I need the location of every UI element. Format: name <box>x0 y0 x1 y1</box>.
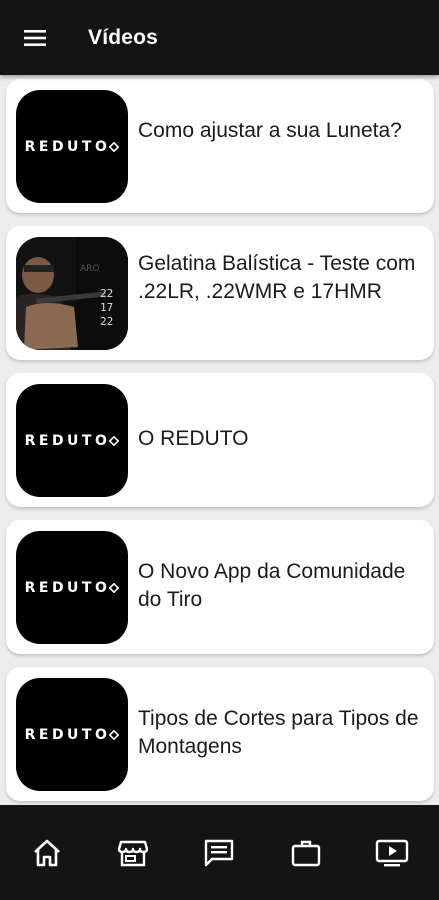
video-card[interactable]: REDUTO O REDUTO <box>6 373 434 507</box>
forum-icon <box>205 839 234 866</box>
svg-text:22: 22 <box>100 315 113 328</box>
reduto-logo: REDUTO <box>25 580 120 596</box>
diamond-mark-icon <box>109 582 120 593</box>
video-thumbnail: REDUTO <box>16 531 128 644</box>
shooter-photo-image: ARO 22 17 22 <box>16 237 128 350</box>
reduto-logo: REDUTO <box>25 727 120 743</box>
home-icon <box>34 839 60 866</box>
store-icon <box>118 840 149 866</box>
video-card[interactable]: ARO 22 17 22 Gelatina Balística - Teste … <box>6 226 434 360</box>
hamburger-menu-icon <box>24 29 46 46</box>
app-bar: Vídeos <box>0 0 439 75</box>
nav-store[interactable] <box>103 823 163 883</box>
video-title: O Novo App da Comunidade do Tiro <box>138 560 406 611</box>
reduto-logo: REDUTO <box>25 139 120 155</box>
video-icon <box>375 839 409 866</box>
reduto-logo: REDUTO <box>25 433 120 449</box>
briefcase-icon <box>291 840 320 866</box>
video-title: Tipos de Cortes para Tipos de Montagens <box>138 707 419 758</box>
video-title: O REDUTO <box>138 427 249 450</box>
diamond-mark-icon <box>109 141 120 152</box>
diamond-mark-icon <box>109 435 120 446</box>
nav-briefcase[interactable] <box>276 823 336 883</box>
video-title: Como ajustar a sua Luneta? <box>138 119 402 142</box>
video-title: Gelatina Balística - Teste com .22LR, .2… <box>138 252 416 303</box>
video-list[interactable]: REDUTO Como ajustar a sua Luneta? ARO 22… <box>0 75 439 805</box>
svg-text:17: 17 <box>100 301 113 314</box>
diamond-mark-icon <box>109 729 120 740</box>
video-card[interactable]: REDUTO O Novo App da Comunidade do Tiro <box>6 520 434 654</box>
app-root: Vídeos REDUTO Como ajustar a sua Luneta? <box>0 0 439 900</box>
video-card[interactable]: REDUTO Tipos de Cortes para Tipos de Mon… <box>6 667 434 801</box>
nav-videos[interactable] <box>362 823 422 883</box>
nav-home[interactable] <box>17 823 77 883</box>
nav-forum[interactable] <box>189 823 249 883</box>
svg-text:ARO: ARO <box>80 264 100 274</box>
menu-button[interactable] <box>0 0 70 75</box>
page-title: Vídeos <box>88 25 159 49</box>
video-thumbnail: REDUTO <box>16 678 128 791</box>
video-card[interactable]: REDUTO Como ajustar a sua Luneta? <box>6 79 434 213</box>
video-thumbnail: REDUTO <box>16 90 128 203</box>
video-thumbnail: REDUTO <box>16 384 128 497</box>
bottom-navigation <box>0 805 439 900</box>
svg-text:22: 22 <box>100 287 113 300</box>
video-thumbnail: ARO 22 17 22 <box>16 237 128 350</box>
